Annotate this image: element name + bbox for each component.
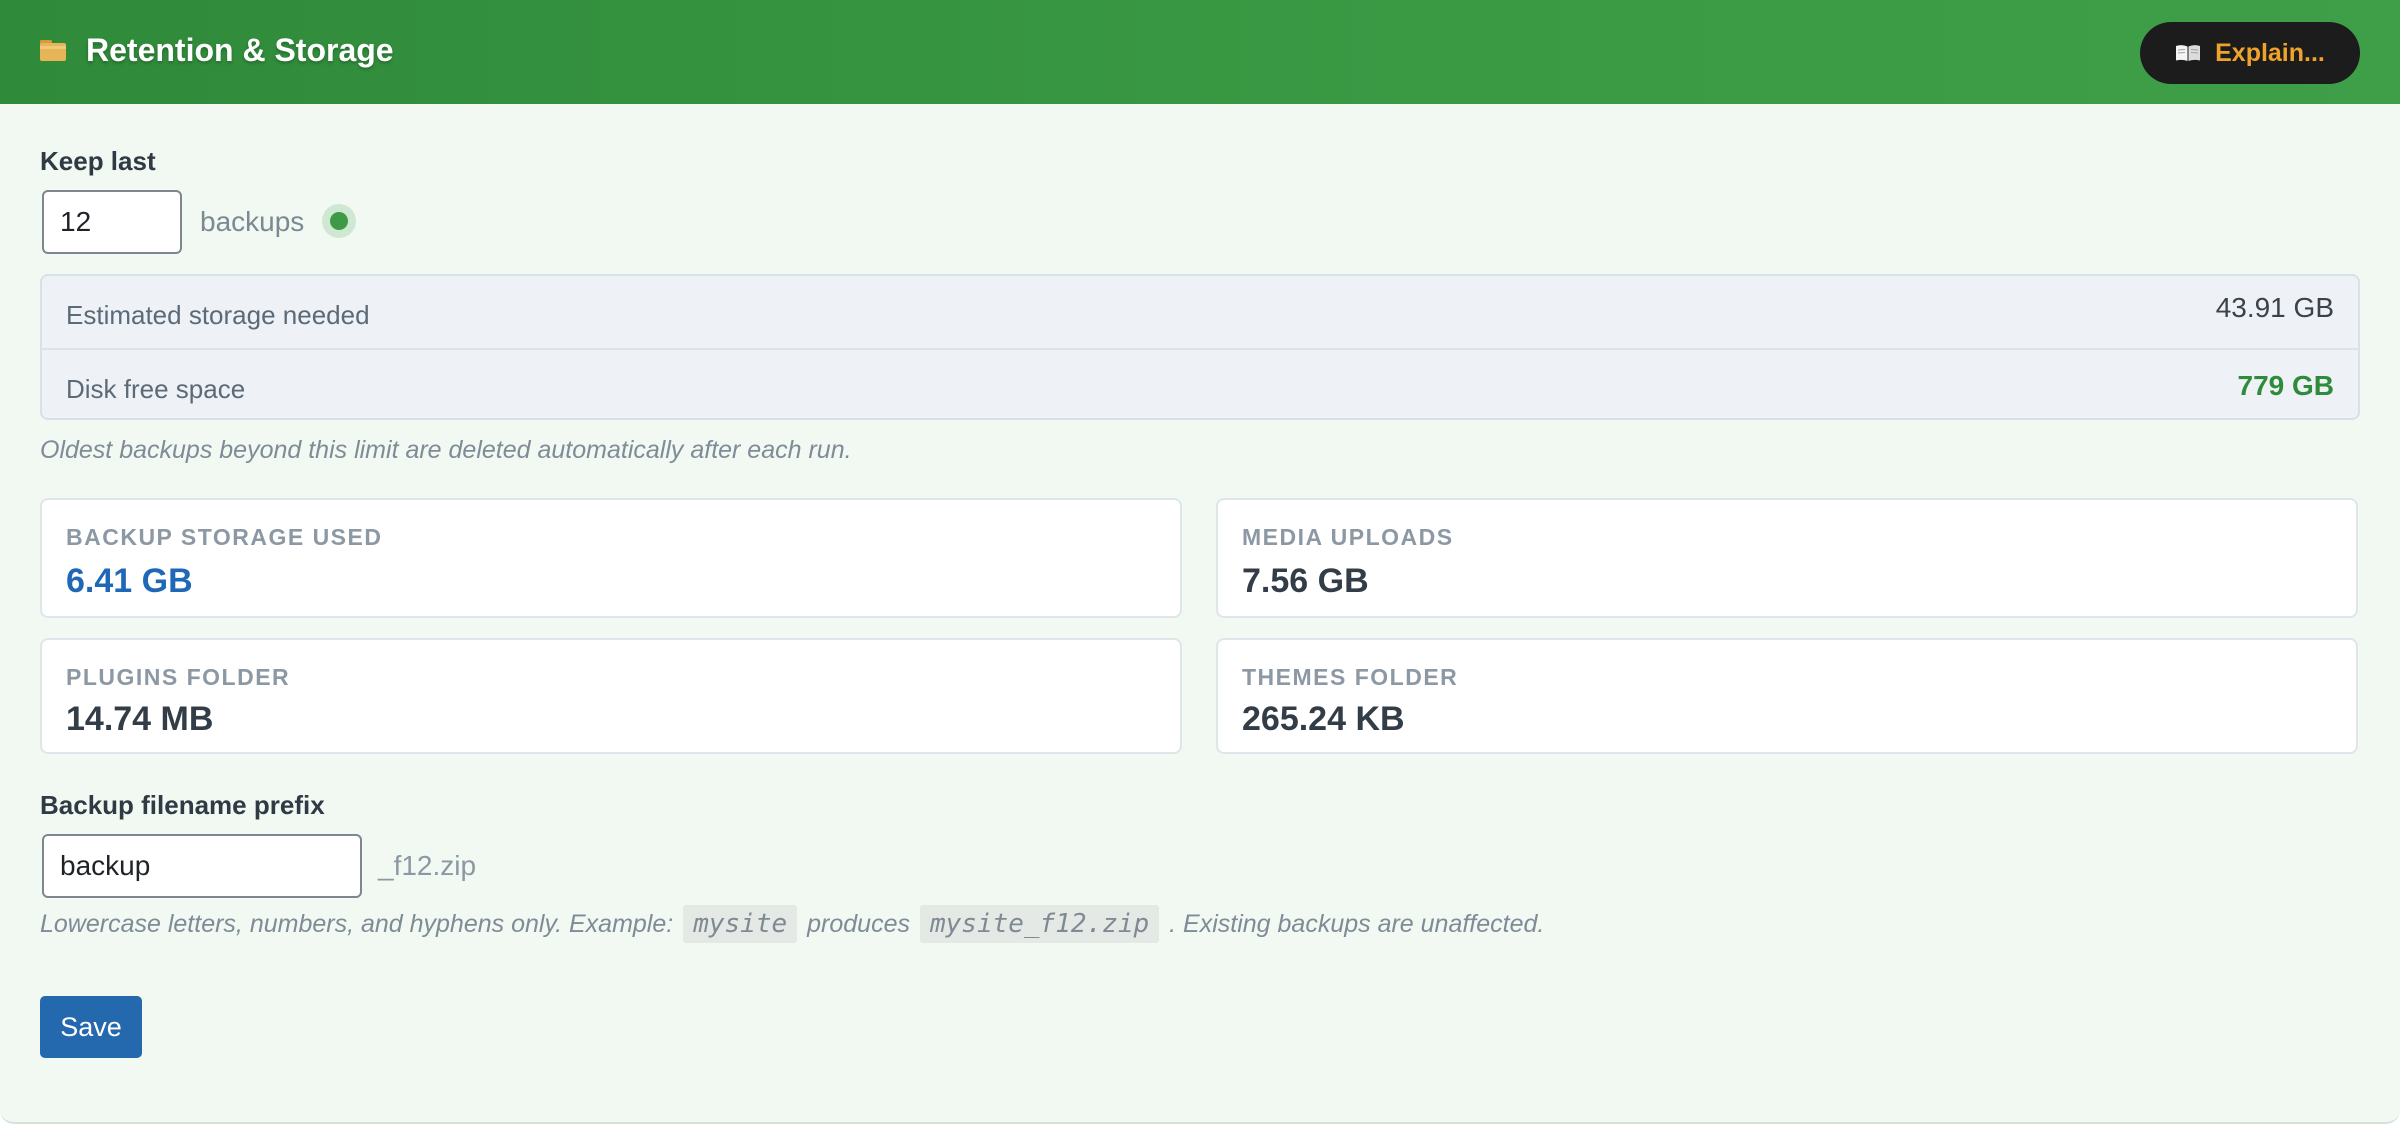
estimated-storage-label: Estimated storage needed	[66, 300, 370, 330]
retention-help-text: Oldest backups beyond this limit are del…	[40, 436, 852, 464]
stat-caption: BACKUP STORAGE USED	[66, 524, 383, 550]
stat-card-media-uploads: MEDIA UPLOADS 7.56 GB	[1216, 498, 2358, 618]
prefix-help-text: Lowercase letters, numbers, and hyphens …	[40, 900, 1544, 948]
filename-suffix: _f12.zip	[378, 850, 477, 881]
panel-title: Retention & Storage	[86, 32, 394, 68]
keep-last-unit: backups	[200, 206, 305, 237]
estimated-storage-value: 43.91 GB	[2215, 292, 2334, 323]
disk-free-label: Disk free space	[66, 374, 246, 404]
stat-card-backup-storage: BACKUP STORAGE USED 6.41 GB	[40, 498, 1182, 618]
stat-card-plugins-folder: PLUGINS FOLDER 14.74 MB	[40, 638, 1182, 754]
stat-card-themes-folder: THEMES FOLDER 265.24 KB	[1216, 638, 2358, 754]
prefix-help-part2: produces	[807, 909, 910, 938]
stat-caption: PLUGINS FOLDER	[66, 664, 291, 690]
explain-button[interactable]: Explain...	[2140, 22, 2360, 84]
filename-prefix-input[interactable]	[42, 834, 362, 898]
stat-caption: MEDIA UPLOADS	[1242, 524, 1454, 550]
example-code: mysite	[683, 905, 798, 943]
stat-value: 265.24 KB	[1242, 700, 1405, 738]
panel-header: Retention & Storage Explain...	[0, 0, 2400, 104]
disk-free-row: Disk free space 779 GB	[42, 350, 2358, 422]
prefix-help-part3: . Existing backups are unaffected.	[1169, 909, 1545, 938]
open-book-icon	[2176, 45, 2201, 61]
estimated-storage-row: Estimated storage needed 43.91 GB	[42, 276, 2358, 350]
prefix-help-part1: Lowercase letters, numbers, and hyphens …	[40, 909, 674, 938]
save-button[interactable]: Save	[40, 996, 142, 1058]
explain-button-label: Explain...	[2215, 38, 2325, 67]
stat-value: 6.41 GB	[66, 562, 193, 600]
disk-free-value: 779 GB	[2237, 370, 2335, 401]
stat-value: 14.74 MB	[66, 700, 214, 738]
retention-storage-panel: Retention & Storage Explain... Keep last…	[0, 0, 2400, 1124]
storage-estimate-box: Estimated storage needed 43.91 GB Disk f…	[40, 274, 2360, 420]
keep-last-input[interactable]	[42, 190, 182, 254]
folder-icon	[40, 40, 66, 61]
result-code: mysite_f12.zip	[919, 905, 1160, 943]
retention-status-indicator	[322, 204, 356, 238]
stat-value: 7.56 GB	[1242, 562, 1369, 600]
keep-last-label: Keep last	[40, 146, 156, 176]
filename-prefix-label: Backup filename prefix	[40, 790, 325, 820]
stat-caption: THEMES FOLDER	[1242, 664, 1459, 690]
